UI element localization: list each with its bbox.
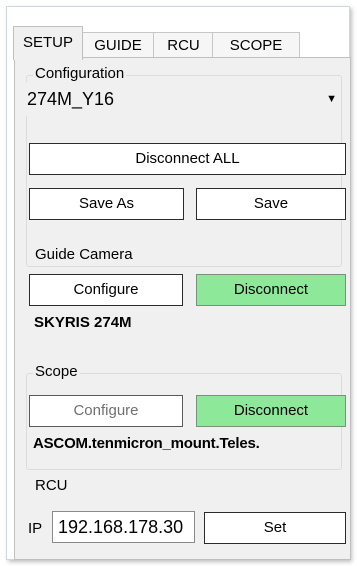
guide-camera-title: Guide Camera <box>33 246 135 263</box>
tab-guide[interactable]: GUIDE <box>81 32 155 59</box>
save-as-button[interactable]: Save As <box>29 188 184 220</box>
configuration-title: Configuration <box>33 65 127 82</box>
scope-device-label: ASCOM.tenmicron_mount.Teles. <box>33 435 260 452</box>
ip-label: IP <box>28 520 43 537</box>
tab-rcu[interactable]: RCU <box>153 32 214 59</box>
guide-camera-disconnect-button[interactable]: Disconnect <box>196 274 346 306</box>
rcu-title: RCU <box>33 477 70 494</box>
disconnect-all-button[interactable]: Disconnect ALL <box>29 143 346 175</box>
scope-configure-button[interactable]: Configure <box>29 395 183 427</box>
guide-camera-configure-button[interactable]: Configure <box>29 274 183 306</box>
rcu-set-button[interactable]: Set <box>204 512 346 544</box>
dropdown-arrow-icon[interactable]: ▼ <box>326 82 337 116</box>
save-button[interactable]: Save <box>196 188 346 220</box>
scope-title: Scope <box>33 363 80 380</box>
guide-camera-group: Guide Camera <box>26 246 342 358</box>
configuration-select[interactable]: 274M_Y16 ▼ <box>23 82 341 116</box>
ip-address-input[interactable]: 192.168.178.30 <box>52 511 195 543</box>
tab-scope[interactable]: SCOPE <box>212 32 300 59</box>
tab-setup[interactable]: SETUP <box>13 26 83 60</box>
guide-camera-device-label: SKYRIS 274M <box>34 314 132 331</box>
configuration-selected: 274M_Y16 <box>27 89 115 109</box>
scope-disconnect-button[interactable]: Disconnect <box>196 395 346 427</box>
setup-panel: Configuration 274M_Y16 ▼ Disconnect ALL … <box>14 57 351 560</box>
